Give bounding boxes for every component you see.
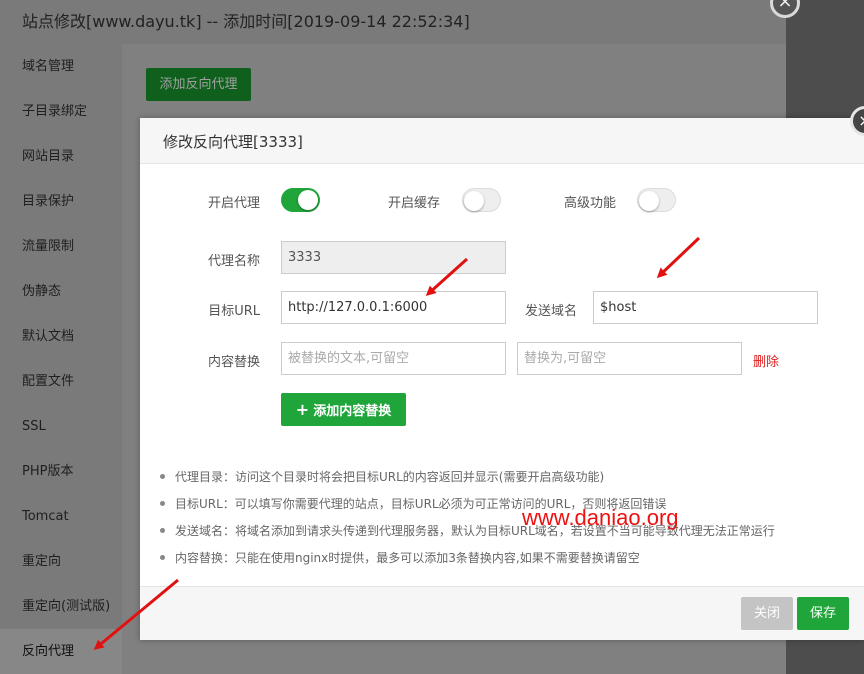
sidebar-item-config-file[interactable]: 配置文件: [0, 359, 122, 404]
enable-cache-toggle[interactable]: [462, 188, 501, 212]
send-domain-input[interactable]: [593, 291, 818, 324]
sidebar-item-subdir[interactable]: 子目录绑定: [0, 89, 122, 134]
list-item: 内容替换：只能在使用nginx时提供，最多可以添加3条替换内容,如果不需要替换请…: [159, 549, 859, 576]
save-button[interactable]: 保存: [797, 597, 849, 630]
add-reverse-proxy-button[interactable]: 添加反向代理: [146, 68, 251, 101]
target-url-label: 目标URL: [208, 304, 260, 319]
proxy-name-input: [281, 241, 506, 274]
target-url-input[interactable]: [281, 291, 506, 324]
send-domain-label: 发送域名: [524, 304, 577, 319]
sidebar-item-redirect[interactable]: 重定向: [0, 539, 122, 584]
toggle-knob: [298, 190, 318, 210]
plus-icon: +: [295, 400, 310, 419]
advanced-label: 高级功能: [563, 196, 616, 211]
sidebar-item-ssl[interactable]: SSL: [0, 404, 122, 449]
sidebar-item-reverse-proxy[interactable]: 反向代理: [0, 629, 122, 674]
proxy-name-label: 代理名称: [207, 254, 260, 269]
add-content-replace-label: 添加内容替换: [313, 404, 392, 419]
sidebar-item-tomcat[interactable]: Tomcat: [0, 494, 122, 539]
sidebar-item-dir-protect[interactable]: 目录保护: [0, 179, 122, 224]
sidebar-item-traffic-limit[interactable]: 流量限制: [0, 224, 122, 269]
list-item: 目标URL：可以填写你需要代理的站点，目标URL必须为可正常访问的URL，否则将…: [159, 495, 859, 522]
content-replace-label: 内容替换: [207, 355, 260, 370]
window-title: 站点修改[www.dayu.tk] -- 添加时间[2019-09-14 22:…: [0, 0, 786, 44]
modal-title: 修改反向代理[3333]: [140, 118, 864, 164]
enable-proxy-label: 开启代理: [207, 196, 260, 211]
sidebar-item-php-version[interactable]: PHP版本: [0, 449, 122, 494]
delete-replace-link[interactable]: 删除: [753, 351, 779, 370]
advanced-toggle[interactable]: [637, 188, 676, 212]
sidebar-item-domain[interactable]: 域名管理: [0, 44, 122, 89]
sidebar: 域名管理 子目录绑定 网站目录 目录保护 流量限制 伪静态 默认文档 配置文件 …: [0, 44, 122, 674]
list-item: 代理目录：访问这个目录时将会把目标URL的内容返回并显示(需要开启高级功能): [159, 468, 859, 495]
enable-cache-label: 开启缓存: [387, 196, 440, 211]
enable-proxy-toggle[interactable]: [281, 188, 320, 212]
replace-from-input[interactable]: [281, 342, 506, 375]
help-notes: 代理目录：访问这个目录时将会把目标URL的内容返回并显示(需要开启高级功能) 目…: [159, 468, 859, 576]
close-button[interactable]: 关闭: [741, 597, 793, 630]
toggle-knob: [639, 191, 659, 211]
add-content-replace-button[interactable]: + 添加内容替换: [281, 393, 406, 426]
sidebar-item-redirect-beta[interactable]: 重定向(测试版): [0, 584, 122, 629]
sidebar-item-site-dir[interactable]: 网站目录: [0, 134, 122, 179]
toggle-knob: [464, 191, 484, 211]
replace-to-input[interactable]: [517, 342, 742, 375]
sidebar-item-default-doc[interactable]: 默认文档: [0, 314, 122, 359]
list-item: 发送域名：将域名添加到请求头传递到代理服务器，默认为目标URL域名，若设置不当可…: [159, 522, 859, 549]
watermark-text: www.daniao.org: [522, 505, 679, 530]
modal-footer: 关闭 保存: [140, 586, 864, 640]
sidebar-item-rewrite[interactable]: 伪静态: [0, 269, 122, 314]
edit-proxy-modal: 修改反向代理[3333] × 开启代理 开启缓存 高级功能 代理名称 目标URL…: [140, 106, 864, 640]
